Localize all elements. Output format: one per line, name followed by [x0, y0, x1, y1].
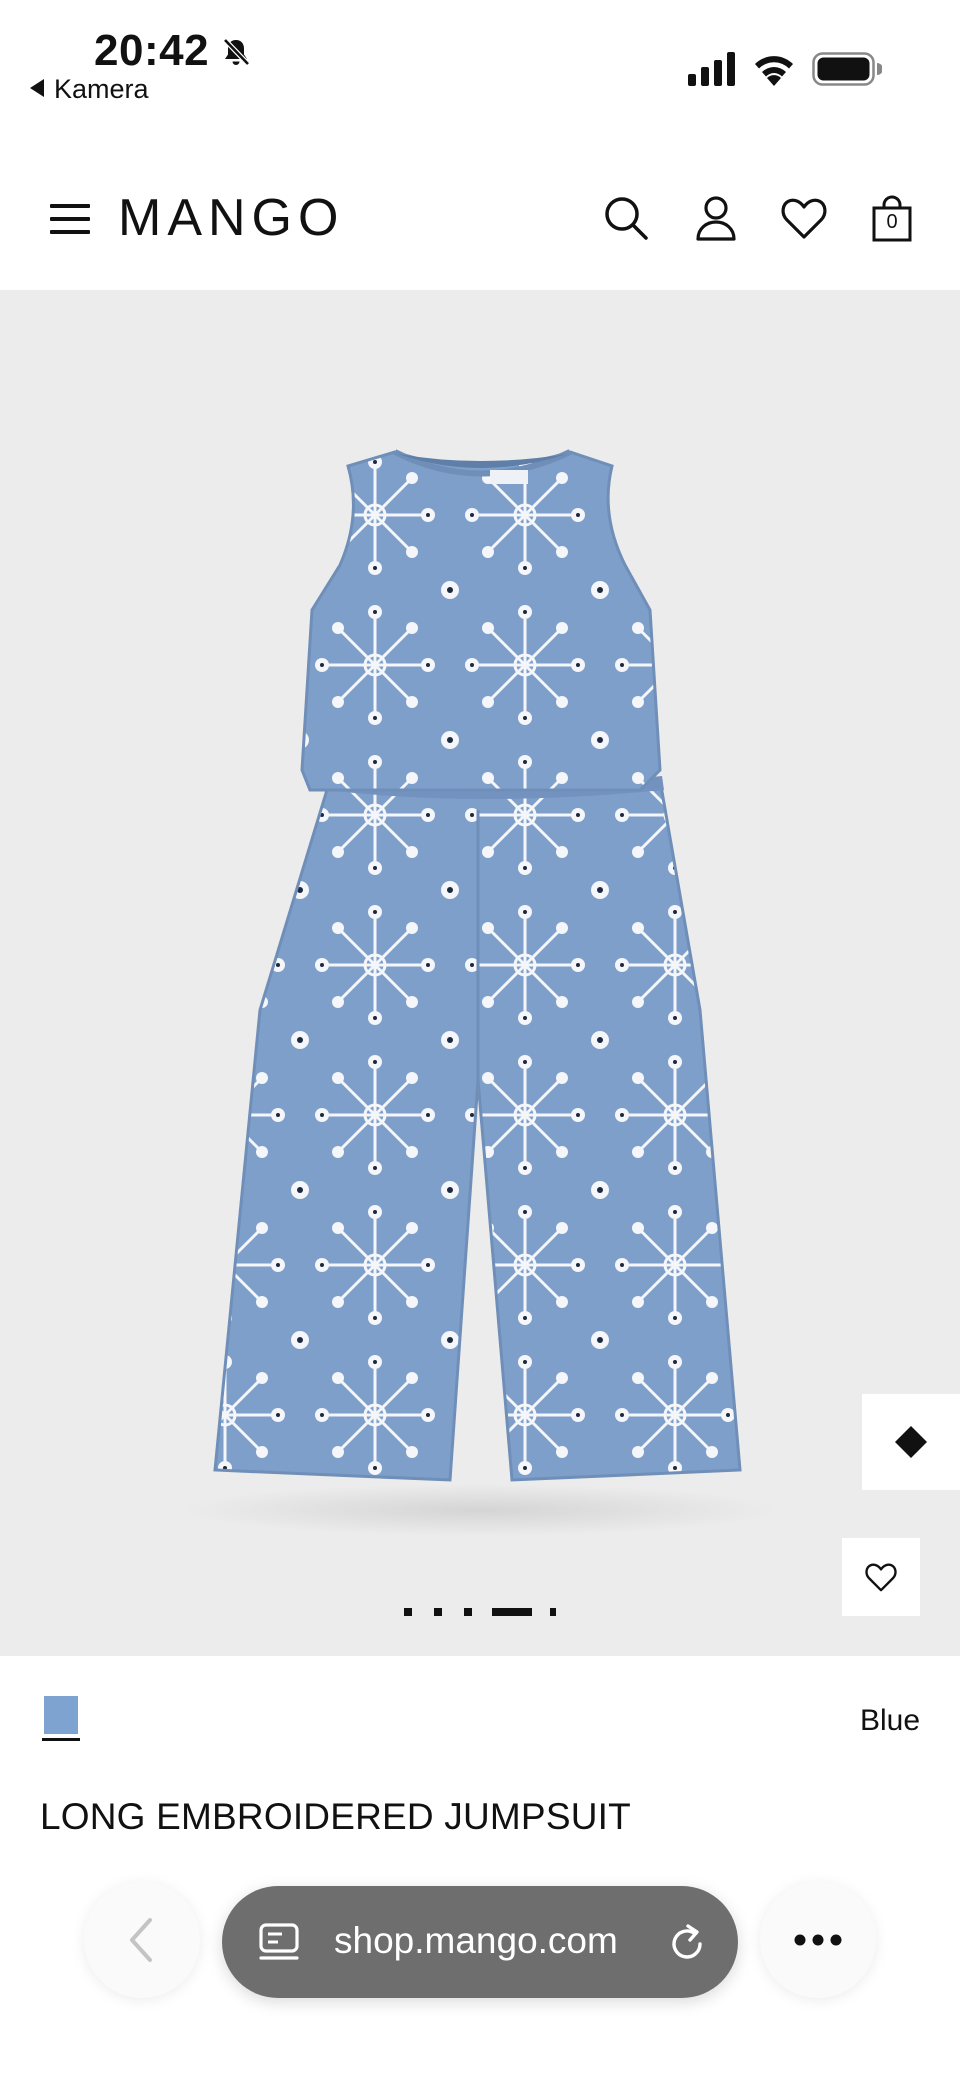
browser-toolbar: shop.mango.com — [0, 1870, 960, 2030]
diamond-icon — [895, 1426, 927, 1458]
search-icon[interactable] — [600, 192, 652, 244]
product-image-gallery[interactable] — [0, 290, 960, 1656]
browser-back-button[interactable] — [84, 1882, 200, 1998]
wifi-icon — [755, 56, 793, 86]
chevron-left-icon — [130, 1918, 152, 1962]
more-dots-icon — [794, 1934, 842, 1946]
heart-icon — [865, 1563, 897, 1592]
color-swatch-blue[interactable] — [44, 1696, 78, 1734]
brand-logo[interactable]: MANGO — [118, 188, 344, 248]
product-title: LONG EMBROIDERED JUMPSUIT — [40, 1796, 631, 1837]
pagination-dot[interactable] — [434, 1608, 442, 1616]
site-header: MANGO 0 — [0, 160, 960, 290]
selected-swatch-indicator — [42, 1738, 80, 1741]
product-photo — [180, 449, 780, 1536]
cellular-signal-icon — [688, 52, 735, 86]
menu-icon[interactable] — [50, 204, 90, 236]
pagination-dot[interactable] — [550, 1608, 556, 1616]
status-bar: 20:42 Kamera — [0, 0, 960, 120]
back-to-app-button[interactable]: Kamera — [30, 74, 149, 105]
reload-icon[interactable] — [666, 1922, 708, 1964]
wishlist-icon[interactable] — [778, 192, 830, 244]
browser-more-button[interactable] — [760, 1882, 876, 1998]
bell-muted-icon — [223, 38, 250, 66]
back-triangle-icon — [30, 79, 44, 97]
battery-icon — [812, 52, 882, 86]
pagination-dot[interactable] — [464, 1608, 472, 1616]
cart-button[interactable]: 0 — [866, 192, 918, 244]
url-text[interactable]: shop.mango.com — [334, 1920, 618, 1962]
status-time: 20:42 — [94, 26, 210, 75]
color-name: Blue — [859, 1704, 920, 1737]
tab-overview-icon[interactable] — [258, 1922, 300, 1964]
account-icon[interactable] — [690, 192, 742, 244]
address-bar[interactable]: shop.mango.com — [222, 1886, 738, 1998]
pagination-dot[interactable] — [404, 1608, 412, 1616]
page: 20:42 Kamera MANGO 0 Blue LONG EMBROIDER… — [0, 0, 960, 2081]
cart-count: 0 — [886, 211, 898, 233]
view-3d-button[interactable] — [862, 1394, 960, 1490]
pagination-dot-active[interactable] — [492, 1608, 532, 1616]
back-app-label: Kamera — [54, 74, 149, 104]
add-to-wishlist-button[interactable] — [842, 1538, 920, 1616]
color-selector: Blue — [0, 1656, 960, 1776]
